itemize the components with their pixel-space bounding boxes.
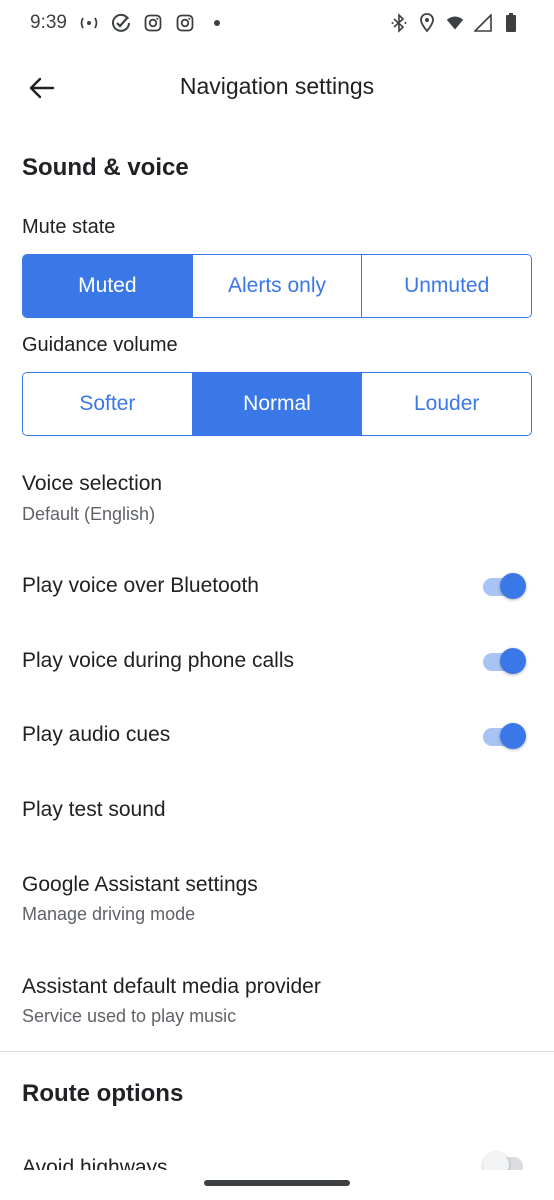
location-icon [418,13,436,33]
hotspot-icon [79,13,99,33]
test-sound-row[interactable]: Play test sound [22,798,166,822]
media-provider-subtitle: Service used to play music [22,1006,237,1026]
instagram-icon [143,13,163,33]
signal-icon [474,13,492,33]
toggle-thumb [483,1152,509,1170]
assistant-settings-subtitle: Manage driving mode [22,904,196,924]
home-indicator[interactable] [204,1180,350,1186]
volume-option-louder[interactable]: Louder [362,373,531,435]
instagram-icon [175,13,195,33]
section-title-route-options: Route options [22,1080,184,1107]
audio-cues-toggle[interactable] [483,721,529,751]
phone-calls-voice-toggle[interactable] [483,646,529,676]
mute-option-alerts-only[interactable]: Alerts only [192,255,363,317]
section-title-sound-voice: Sound & voice [22,154,189,181]
page-title: Navigation settings [179,73,375,99]
app-bar: Navigation settings [0,58,554,118]
status-right [390,13,520,33]
guidance-volume-label: Guidance volume [22,334,178,356]
avoid-highways-title: Avoid highways [22,1156,168,1170]
mute-state-label: Mute state [22,216,116,238]
mute-option-muted[interactable]: Muted [23,255,193,317]
toggle-thumb [500,573,526,599]
partial-route-row: Avoid highways [0,1150,554,1170]
volume-option-softer[interactable]: Softer [23,373,193,435]
mute-option-unmuted[interactable]: Unmuted [362,255,531,317]
bluetooth-icon [390,13,408,33]
avoid-highways-toggle[interactable] [483,1150,529,1170]
status-left: 9:39 [30,12,227,34]
toggle-thumb [500,648,526,674]
status-bar: 9:39 [0,0,554,50]
section-divider [0,1051,554,1052]
bluetooth-voice-toggle[interactable] [483,571,529,601]
audio-cues-title: Play audio cues [22,723,171,746]
media-provider-title[interactable]: Assistant default media provider [22,975,321,999]
mute-state-segmented: Muted Alerts only Unmuted [22,254,532,318]
battery-icon [502,13,520,33]
status-time: 9:39 [30,12,67,33]
bluetooth-voice-title: Play voice over Bluetooth [22,574,259,597]
assistant-settings-title[interactable]: Google Assistant settings [22,873,258,897]
guidance-volume-segmented: Softer Normal Louder [22,372,532,436]
phone-calls-voice-title: Play voice during phone calls [22,649,294,672]
check-circle-icon [111,13,131,33]
volume-option-normal[interactable]: Normal [192,373,363,435]
toggle-thumb [500,723,526,749]
voice-selection-title[interactable]: Voice selection [22,472,162,496]
voice-selection-subtitle: Default (English) [22,504,156,524]
wifi-icon [446,13,464,33]
dot-icon [207,13,227,33]
